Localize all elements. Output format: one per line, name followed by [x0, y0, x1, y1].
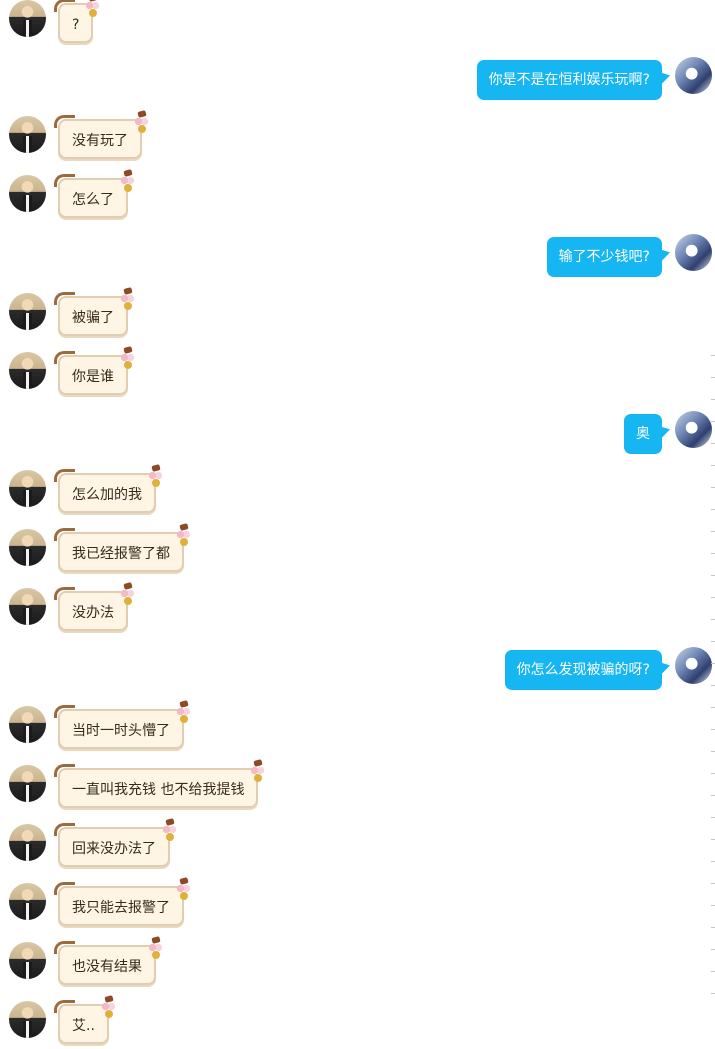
message-text: 当时一时头懵了 [72, 723, 170, 739]
message-text: ? [72, 17, 80, 33]
self-avatar[interactable] [675, 234, 712, 271]
message-row-incoming: 你是谁 [0, 346, 715, 400]
message-bubble-incoming[interactable]: 当时一时头懵了 [54, 700, 191, 749]
message-bubble-incoming[interactable]: 一直叫我充钱 也不给我提钱 [53, 759, 266, 808]
message-bubble-incoming[interactable]: 怎么加的我 [54, 464, 163, 513]
message-bubble-incoming[interactable]: 也没有结果 [54, 936, 163, 985]
contact-avatar[interactable] [9, 529, 46, 566]
message-row-outgoing: 奥 [0, 411, 715, 459]
message-row-incoming: 当时一时头懵了 [0, 700, 715, 754]
contact-avatar[interactable] [9, 1001, 46, 1038]
self-avatar[interactable] [675, 411, 712, 448]
message-bubble-incoming[interactable]: 回来没办法了 [54, 818, 177, 867]
contact-avatar[interactable] [9, 824, 46, 861]
flower-ribbon-icon [83, 0, 103, 17]
message-row-incoming: 没有玩了 [0, 110, 715, 164]
message-bubble-incoming[interactable]: 你是谁 [54, 346, 135, 395]
message-text: 我只能去报警了 [72, 900, 170, 916]
message-text: 回来没办法了 [72, 841, 156, 857]
message-row-incoming: 一直叫我充钱 也不给我提钱 [0, 759, 715, 813]
message-bubble-incoming[interactable]: ? [53, 0, 101, 43]
message-text: 你是不是在恒利娱乐玩啊? [488, 72, 650, 88]
message-bubble-incoming[interactable]: 我已经报警了都 [54, 523, 191, 572]
message-text: 奥 [636, 426, 650, 442]
message-bubble-incoming[interactable]: 艾.. [54, 995, 116, 1044]
flower-ribbon-icon [118, 582, 138, 605]
message-text: 也没有结果 [72, 959, 142, 975]
message-row-incoming: 怎么了 [0, 169, 715, 223]
message-text: 我已经报警了都 [72, 546, 170, 562]
contact-avatar[interactable] [9, 765, 46, 802]
message-text: 艾.. [72, 1018, 95, 1034]
message-row-outgoing: 输了不少钱吧? [0, 234, 715, 282]
message-row-incoming: 我只能去报警了 [0, 877, 715, 931]
message-text: 怎么了 [72, 192, 114, 208]
message-text: 被骗了 [72, 310, 114, 326]
message-row-incoming: 怎么加的我 [0, 464, 715, 518]
message-text: 没有玩了 [72, 133, 128, 149]
self-avatar[interactable] [675, 647, 712, 684]
contact-avatar[interactable] [9, 588, 46, 625]
message-row-incoming: 回来没办法了 [0, 818, 715, 872]
message-bubble-outgoing[interactable]: 你是不是在恒利娱乐玩啊? [476, 60, 662, 100]
message-text: 一直叫我充钱 也不给我提钱 [72, 782, 245, 798]
message-text: 没办法 [72, 605, 114, 621]
contact-avatar[interactable] [9, 116, 46, 153]
message-text: 你怎么发现被骗的呀? [516, 662, 650, 678]
message-row-outgoing: 你是不是在恒利娱乐玩啊? [0, 57, 715, 105]
flower-ribbon-icon [174, 523, 194, 546]
self-avatar[interactable] [675, 57, 712, 94]
message-bubble-incoming[interactable]: 被骗了 [54, 287, 135, 336]
contact-avatar[interactable] [9, 883, 46, 920]
message-row-incoming: 也没有结果 [0, 936, 715, 990]
message-bubble-incoming[interactable]: 没有玩了 [54, 110, 149, 159]
message-row-incoming: 我已经报警了都 [0, 523, 715, 577]
flower-ribbon-icon [118, 346, 138, 369]
message-bubble-incoming[interactable]: 我只能去报警了 [54, 877, 191, 926]
message-bubble-outgoing[interactable]: 奥 [624, 414, 662, 454]
flower-ribbon-icon [146, 936, 166, 959]
flower-ribbon-icon [160, 818, 180, 841]
message-bubble-incoming[interactable]: 怎么了 [54, 169, 135, 218]
flower-ribbon-icon [248, 759, 268, 782]
message-row-incoming: ? [0, 0, 715, 48]
flower-ribbon-icon [118, 287, 138, 310]
flower-ribbon-icon [118, 169, 138, 192]
flower-ribbon-icon [132, 110, 152, 133]
flower-ribbon-icon [174, 877, 194, 900]
message-bubble-incoming[interactable]: 没办法 [54, 582, 135, 631]
contact-avatar[interactable] [9, 175, 46, 212]
flower-ribbon-icon [174, 700, 194, 723]
message-bubble-outgoing[interactable]: 输了不少钱吧? [546, 237, 662, 277]
contact-avatar[interactable] [9, 293, 46, 330]
message-text: 你是谁 [72, 369, 114, 385]
message-text: 怎么加的我 [72, 487, 142, 503]
contact-avatar[interactable] [9, 0, 46, 37]
contact-avatar[interactable] [9, 470, 46, 507]
contact-avatar[interactable] [9, 352, 46, 389]
message-bubble-outgoing[interactable]: 你怎么发现被骗的呀? [504, 650, 662, 690]
contact-avatar[interactable] [9, 706, 46, 743]
message-row-outgoing: 你怎么发现被骗的呀? [0, 647, 715, 695]
message-row-incoming: 没办法 [0, 582, 715, 636]
flower-ribbon-icon [99, 995, 119, 1018]
message-row-incoming: 被骗了 [0, 287, 715, 341]
flower-ribbon-icon [146, 464, 166, 487]
message-text: 输了不少钱吧? [558, 249, 650, 265]
scroll-track-dots [711, 355, 715, 1005]
contact-avatar[interactable] [9, 942, 46, 979]
